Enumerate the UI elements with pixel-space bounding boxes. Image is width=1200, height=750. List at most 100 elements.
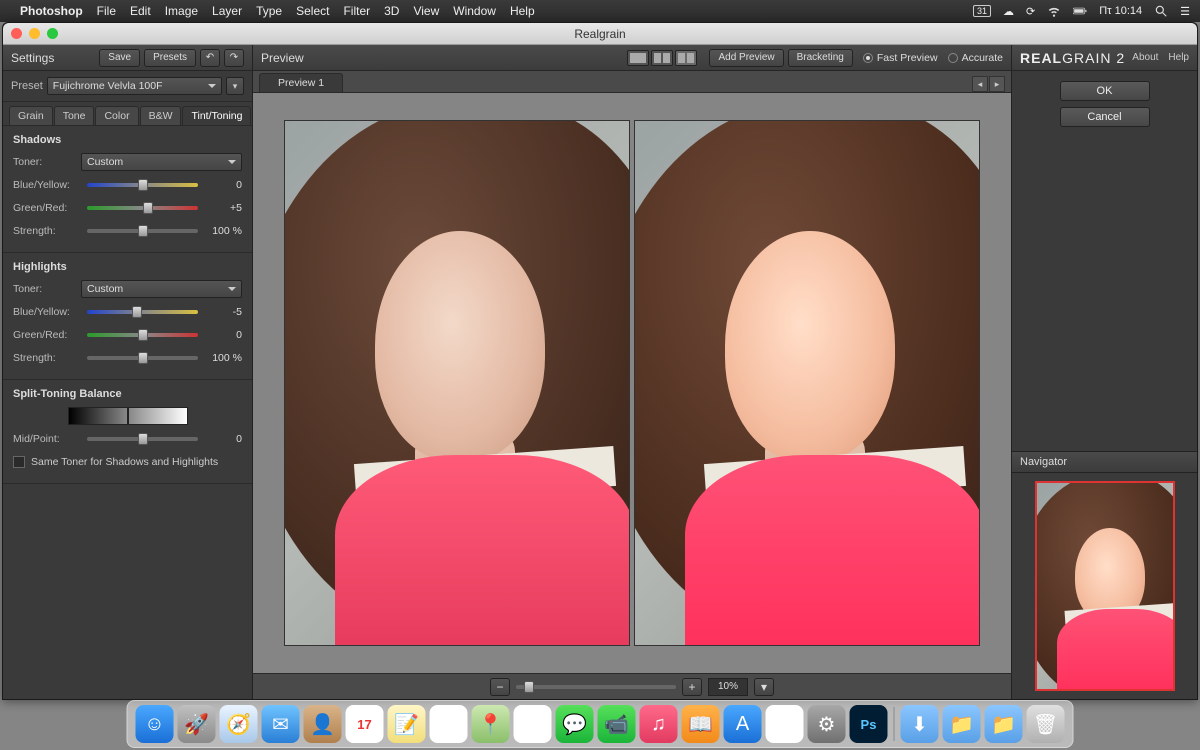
- help-link[interactable]: Help: [1168, 52, 1189, 63]
- highlights-slider-2[interactable]: [87, 351, 198, 365]
- dock-finder-icon[interactable]: ☺: [136, 705, 174, 743]
- ok-button[interactable]: OK: [1060, 81, 1150, 101]
- menubar-battery-icon[interactable]: [1073, 4, 1087, 18]
- menu-window[interactable]: Window: [453, 4, 496, 18]
- bracketing-button[interactable]: Bracketing: [788, 49, 853, 67]
- menu-view[interactable]: View: [413, 4, 439, 18]
- view-split-vertical-button[interactable]: [675, 50, 697, 66]
- add-preview-button[interactable]: Add Preview: [709, 49, 783, 67]
- menu-edit[interactable]: Edit: [130, 4, 151, 18]
- menubar-notifications-icon[interactable]: ☰: [1180, 5, 1190, 18]
- tab-grain[interactable]: Grain: [9, 106, 53, 125]
- tab-bw[interactable]: B&W: [140, 106, 182, 125]
- menubar-cloud-icon[interactable]: ☁: [1003, 5, 1014, 18]
- macos-menubar: Photoshop File Edit Image Layer Type Sel…: [0, 0, 1200, 22]
- dock-safari-icon[interactable]: 🧭: [220, 705, 258, 743]
- dock-trash-icon[interactable]: 🗑: [1027, 705, 1065, 743]
- menubar-date-icon[interactable]: 31: [973, 5, 991, 17]
- window-titlebar[interactable]: Realgrain: [3, 23, 1197, 45]
- menubar-wifi-icon[interactable]: [1047, 4, 1061, 18]
- dock-folder1-icon[interactable]: 📁: [943, 705, 981, 743]
- zoom-menu-button[interactable]: ▾: [754, 678, 774, 696]
- navigator-panel: Navigator: [1012, 451, 1197, 699]
- cancel-button[interactable]: Cancel: [1060, 107, 1150, 127]
- shadows-toner-label: Toner:: [13, 156, 81, 168]
- dock-preview-app-icon[interactable]: 🖼: [766, 705, 804, 743]
- preset-menu-button[interactable]: ▾: [226, 77, 244, 95]
- save-button[interactable]: Save: [99, 49, 140, 67]
- zoom-in-button[interactable]: +: [682, 678, 702, 696]
- menubar-clock[interactable]: Πτ 10:14: [1099, 5, 1142, 17]
- highlights-slider-1[interactable]: [87, 328, 198, 342]
- undo-button[interactable]: ↶: [200, 49, 220, 67]
- dock-calendar-icon[interactable]: 17: [346, 705, 384, 743]
- preview-tab-next[interactable]: ▸: [989, 76, 1005, 92]
- dock-launchpad-icon[interactable]: 🚀: [178, 705, 216, 743]
- preview-image-before: [284, 120, 630, 646]
- menu-type[interactable]: Type: [256, 4, 282, 18]
- window-zoom-button[interactable]: [47, 28, 58, 39]
- view-mode-toggle: [627, 50, 697, 66]
- window-close-button[interactable]: [11, 28, 22, 39]
- preview-tab-1[interactable]: Preview 1: [259, 73, 343, 92]
- accurate-radio[interactable]: Accurate: [948, 52, 1003, 64]
- highlights-slider-0[interactable]: [87, 305, 198, 319]
- highlights-toner-label: Toner:: [13, 283, 81, 295]
- menu-file[interactable]: File: [97, 4, 116, 18]
- shadows-toner-dropdown[interactable]: Custom: [81, 153, 242, 171]
- dock-itunes-icon[interactable]: ♫: [640, 705, 678, 743]
- navigator-thumbnail[interactable]: [1035, 481, 1175, 691]
- menu-filter[interactable]: Filter: [343, 4, 370, 18]
- midpoint-value: 0: [204, 433, 242, 445]
- same-toner-checkbox[interactable]: [13, 456, 25, 468]
- dock-photos-icon[interactable]: ✿: [514, 705, 552, 743]
- menu-help[interactable]: Help: [510, 4, 535, 18]
- highlights-toner-dropdown[interactable]: Custom: [81, 280, 242, 298]
- menu-layer[interactable]: Layer: [212, 4, 242, 18]
- split-toning-section: Split-Toning Balance Mid/Point: 0 Same T…: [3, 380, 252, 484]
- menu-image[interactable]: Image: [165, 4, 198, 18]
- midpoint-slider[interactable]: [87, 432, 198, 446]
- redo-button[interactable]: ↷: [224, 49, 244, 67]
- dock-system-prefs-icon[interactable]: ⚙: [808, 705, 846, 743]
- settings-title: Settings: [11, 51, 54, 65]
- zoom-slider[interactable]: [516, 685, 676, 689]
- about-link[interactable]: About: [1132, 52, 1158, 63]
- fast-preview-radio[interactable]: Fast Preview: [863, 52, 938, 64]
- dock-downloads-icon[interactable]: ⬇: [901, 705, 939, 743]
- preview-image-after: [634, 120, 980, 646]
- dock-appstore-icon[interactable]: A: [724, 705, 762, 743]
- dock-mail-icon[interactable]: ✉: [262, 705, 300, 743]
- view-single-button[interactable]: [627, 50, 649, 66]
- tab-tone[interactable]: Tone: [54, 106, 95, 125]
- menubar-spotlight-icon[interactable]: [1154, 4, 1168, 18]
- shadows-title: Shadows: [13, 134, 242, 146]
- tab-tint-toning[interactable]: Tint/Toning: [182, 106, 251, 125]
- dock-maps-icon[interactable]: 📍: [472, 705, 510, 743]
- dock-reminders-icon[interactable]: ☰: [430, 705, 468, 743]
- dock-messages-icon[interactable]: 💬: [556, 705, 594, 743]
- dock-facetime-icon[interactable]: 📹: [598, 705, 636, 743]
- dock-notes-icon[interactable]: 📝: [388, 705, 426, 743]
- preview-viewport[interactable]: [253, 93, 1011, 673]
- presets-button[interactable]: Presets: [144, 49, 196, 67]
- view-split-horizontal-button[interactable]: [651, 50, 673, 66]
- dock-ibooks-icon[interactable]: 📖: [682, 705, 720, 743]
- window-minimize-button[interactable]: [29, 28, 40, 39]
- dock-photoshop-icon[interactable]: Ps: [850, 705, 888, 743]
- shadows-slider-2[interactable]: [87, 224, 198, 238]
- preset-dropdown[interactable]: Fujichrome Velvla 100F: [47, 77, 222, 95]
- highlights-section: Highlights Toner: Custom Blue/Yellow:-5G…: [3, 253, 252, 380]
- tab-color[interactable]: Color: [95, 106, 138, 125]
- menu-3d[interactable]: 3D: [384, 4, 399, 18]
- app-name[interactable]: Photoshop: [20, 4, 83, 18]
- menubar-sync-icon[interactable]: ⟳: [1026, 5, 1035, 18]
- shadows-slider-1[interactable]: [87, 201, 198, 215]
- shadows-label-2: Strength:: [13, 225, 81, 237]
- shadows-slider-0[interactable]: [87, 178, 198, 192]
- dock-contacts-icon[interactable]: 👤: [304, 705, 342, 743]
- dock-folder2-icon[interactable]: 📁: [985, 705, 1023, 743]
- preview-tab-prev[interactable]: ◂: [972, 76, 988, 92]
- menu-select[interactable]: Select: [296, 4, 329, 18]
- zoom-out-button[interactable]: −: [490, 678, 510, 696]
